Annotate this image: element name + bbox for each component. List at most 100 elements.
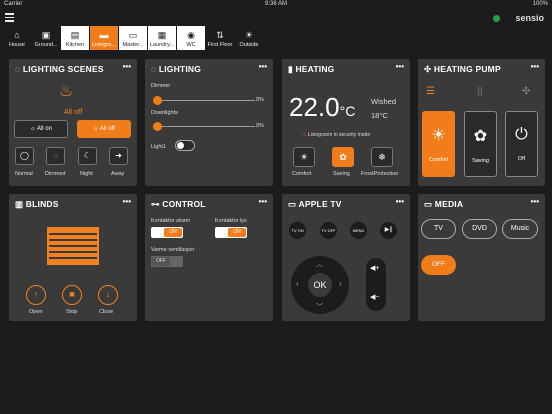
volume-down-icon[interactable]: ◀−: [370, 293, 379, 301]
room-tab-kitchen[interactable]: ▤ Kitchen: [61, 26, 89, 50]
more-options-icon[interactable]: •••: [259, 62, 267, 71]
chevron-up-icon[interactable]: ︿: [316, 259, 323, 269]
more-options-icon[interactable]: •••: [396, 62, 404, 71]
all-off-button[interactable]: ☼ All off: [77, 120, 131, 138]
blinds-stop-button[interactable]: ■: [62, 285, 82, 305]
room-tab-outside[interactable]: ☀ Outside: [235, 26, 263, 50]
snowflake-icon: ❄: [378, 152, 386, 162]
heating-panel: ▮ HEATING ••• 22.0°C Wished 18°C ⚠ Livin…: [282, 59, 410, 186]
lighting-panel: ◌ LIGHTING ••• Dimmer 0% Downlights 0% L…: [145, 59, 273, 186]
scene-dimmed-button[interactable]: ◌: [46, 147, 65, 165]
lighting-scenes-panel: ◌ LIGHTING SCENES ••• ♨ All off ☼ All on…: [9, 59, 137, 186]
heating-frost-button[interactable]: ❄: [371, 147, 393, 167]
room-tab-master[interactable]: ▭ Master...: [119, 26, 147, 50]
brand-logo: sensio: [515, 13, 544, 23]
volume-up-icon[interactable]: ◀+: [370, 264, 379, 272]
panel-title: ⊶ CONTROL: [151, 199, 206, 209]
room-tab-wc[interactable]: ◉ WC: [177, 26, 205, 50]
room-tab-livingroom[interactable]: ▬ Livingro...: [90, 26, 118, 50]
room-tab-label: Master...: [122, 42, 144, 48]
media-music-button[interactable]: Music: [502, 219, 538, 239]
media-tv-button[interactable]: TV: [421, 219, 456, 239]
downlights-label: Downlights: [151, 110, 178, 116]
sofa-icon: ▬: [99, 30, 109, 40]
top-bar: sensio: [0, 10, 552, 26]
sun-icon: ☀: [431, 127, 446, 144]
security-alert: ⚠ Livingroom in security mode: [302, 132, 371, 138]
more-options-icon[interactable]: •••: [531, 62, 539, 71]
room-tab-first-floor[interactable]: ⇅ First Floor: [206, 26, 234, 50]
heating-mode-label: Saving: [333, 171, 350, 177]
sun-icon: ☀: [244, 30, 254, 40]
dpad[interactable]: ︿ ﹀ ‹ › OK: [291, 256, 349, 314]
bulb-icon: ◌: [151, 64, 159, 74]
media-off-button[interactable]: OFF: [421, 255, 456, 275]
tv-off-button[interactable]: TV OFF: [320, 222, 337, 239]
bulbs-icon: ♨: [59, 83, 74, 100]
room-tab-label: Ground...: [34, 42, 58, 48]
media-panel: ▭ MEDIA ••• TV DVD Music OFF: [418, 194, 545, 321]
more-options-icon[interactable]: •••: [396, 197, 404, 206]
scene-away-button[interactable]: ➜: [109, 147, 128, 165]
scene-label: Dimmed: [45, 171, 66, 177]
play-pause-button[interactable]: ▶∥: [380, 222, 397, 239]
all-on-button[interactable]: ☼ All on: [14, 120, 68, 138]
floor-icon: ▣: [41, 30, 51, 40]
more-options-icon[interactable]: •••: [123, 197, 131, 206]
panel-title: ✣ HEATING PUMP: [424, 64, 501, 74]
dimmer-slider-thumb[interactable]: [153, 96, 162, 105]
pump-saving-button[interactable]: ✿ Saving: [464, 111, 497, 177]
volume-rocker: ◀+ ◀−: [366, 258, 386, 311]
tv-on-button[interactable]: TV ON: [289, 222, 306, 239]
room-tab-ground[interactable]: ▣ Ground...: [32, 26, 60, 50]
kontaktor-strom-toggle[interactable]: ON: [151, 227, 183, 238]
kontaktor-strom-label: Kontaktor strøm: [151, 218, 191, 224]
more-options-icon[interactable]: •••: [259, 197, 267, 206]
kitchen-icon: ▤: [70, 30, 80, 40]
current-temperature: 22.0°C: [289, 92, 356, 122]
media-dvd-button[interactable]: DVD: [462, 219, 497, 239]
pump-off-button[interactable]: ⏻ Off: [505, 111, 538, 177]
arrow-down-icon: ↓: [105, 289, 111, 299]
more-options-icon[interactable]: •••: [123, 62, 131, 71]
sliders-icon[interactable]: ☰: [426, 86, 435, 97]
downlights-slider-thumb[interactable]: [153, 122, 162, 131]
menu-button[interactable]: MENU: [350, 222, 367, 239]
blinds-panel: ▥ BLINDS ••• ↑ ■ ↓ Open Stop Close: [9, 194, 137, 321]
battery-label: 100%: [532, 1, 548, 7]
heating-saving-button[interactable]: ✿: [332, 147, 354, 167]
fan-icon[interactable]: ✣: [522, 86, 530, 97]
scene-label: Night: [80, 171, 93, 177]
room-tab-label: First Floor: [207, 42, 233, 48]
panel-title: ▮ HEATING: [288, 64, 335, 74]
chevron-left-icon[interactable]: ‹: [296, 279, 299, 288]
dimmer-value: 0%: [256, 97, 264, 103]
room-tab-house[interactable]: ⌂ House: [3, 26, 31, 50]
apple-tv-panel: ▭ APPLE TV ••• TV ON TV OFF MENU ▶∥ ︿ ﹀ …: [282, 194, 410, 321]
room-tab-label: Livingro...: [92, 42, 116, 48]
washer-icon: ▦: [157, 30, 167, 40]
ok-button[interactable]: OK: [308, 273, 332, 297]
blinds-close-button[interactable]: ↓: [98, 285, 118, 305]
heating-comfort-button[interactable]: ☀: [293, 147, 315, 167]
scene-night-button[interactable]: ☾: [78, 147, 97, 165]
wished-value: 18°C: [371, 111, 388, 120]
kontaktor-lys-toggle[interactable]: ON: [215, 227, 247, 238]
downlights-slider-track: [155, 126, 255, 127]
blinds-label: Close: [99, 309, 114, 315]
thermometer-icon[interactable]: ▯: [477, 86, 483, 97]
scene-normal-button[interactable]: ◯: [15, 147, 34, 165]
kontaktor-lys-label: Kontaktor lys: [215, 218, 247, 224]
pump-comfort-button[interactable]: ☀ Comfort: [422, 111, 455, 177]
tv-icon: ▭: [288, 199, 299, 209]
light1-toggle[interactable]: [175, 140, 195, 151]
chevron-right-icon[interactable]: ›: [339, 279, 342, 288]
blinds-open-button[interactable]: ↑: [26, 285, 46, 305]
chevron-down-icon[interactable]: ﹀: [316, 302, 323, 312]
room-tab-laundry[interactable]: ▦ Laundry...: [148, 26, 176, 50]
hamburger-menu-icon[interactable]: [5, 13, 14, 22]
room-tab-label: Kitchen: [65, 42, 85, 48]
wished-label: Wished: [371, 97, 397, 106]
varme-toggle[interactable]: OFF: [151, 256, 183, 267]
more-options-icon[interactable]: •••: [531, 197, 539, 206]
